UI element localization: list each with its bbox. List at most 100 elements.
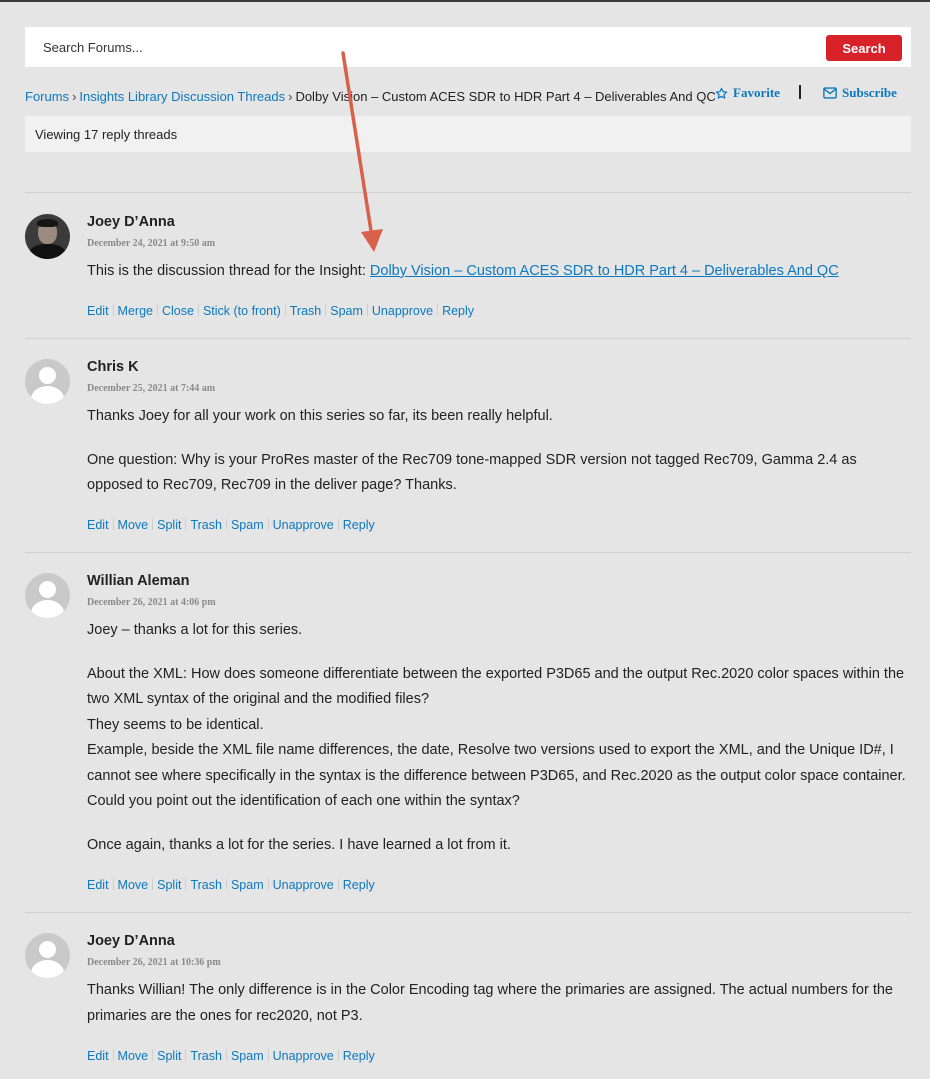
spam-link[interactable]: Spam [330,304,363,318]
subscribe-label: Subscribe [842,85,897,100]
avatar-hair [37,219,58,227]
post-admin-links: Edit Move Split Trash Spam Unapprove Reply [87,878,375,892]
post-paragraph: Once again, thanks a lot for the series.… [87,836,511,853]
post-paragraph: Joey – thanks a lot for this series. [87,622,303,638]
split-link[interactable]: Split [157,1049,181,1063]
avatar[interactable] [25,214,70,259]
action-separator [185,518,187,530]
trash-link[interactable]: Trash [290,304,322,318]
divider [25,192,911,193]
post-paragraph: Thanks Willian! The only difference is i… [87,982,893,1024]
action-separator [267,518,269,530]
subscribe-link[interactable]: Subscribe [823,85,897,101]
action-separator [152,518,154,530]
post-date[interactable]: December 26, 2021 at 10:36 pm [87,957,221,968]
search-button[interactable]: Search [826,35,902,61]
edit-link[interactable]: Edit [87,304,109,318]
post-author[interactable]: Joey D’Anna [87,933,175,949]
top-border [0,0,930,2]
action-separator [197,304,199,316]
post-admin-links: Edit Merge Close Stick (to front) Trash Spam U… [87,304,474,318]
action-separator [185,1049,187,1061]
post-author[interactable]: Willian Aleman [87,573,189,589]
annotation-arrow-head [361,229,383,252]
trash-link[interactable]: Trash [190,1049,222,1063]
default-user-avatar-icon[interactable] [25,359,70,404]
edit-link[interactable]: Edit [87,518,109,532]
favorite-label: Favorite [733,85,780,100]
action-separator [267,1049,269,1061]
move-link[interactable]: Move [118,518,149,532]
action-separator [152,878,154,890]
unapprove-link[interactable]: Unapprove [372,304,433,318]
split-link[interactable]: Split [157,878,181,892]
post-author[interactable]: Joey D’Anna [87,214,175,230]
avatar-head [39,581,56,598]
avatar-body [31,600,64,618]
reply-link[interactable]: Reply [343,878,375,892]
post-paragraph: One question: Why is your ProRes master … [87,451,857,494]
unapprove-link[interactable]: Unapprove [273,1049,334,1063]
favorite-link[interactable]: Favorite [715,85,780,101]
move-link[interactable]: Move [118,1049,149,1063]
action-separator [112,304,114,316]
reply-link[interactable]: Reply [343,518,375,532]
unapprove-link[interactable]: Unapprove [273,878,334,892]
stick-link[interactable]: Stick (to front) [203,304,281,318]
action-separator [112,518,114,530]
post-date[interactable]: December 24, 2021 at 9:50 am [87,238,215,249]
default-user-avatar-icon[interactable] [25,933,70,978]
post-content: This is the discussion thread for the In… [87,259,907,285]
action-separator [225,878,227,890]
annotation-arrow [341,51,383,252]
avatar-shirt [29,244,66,259]
edit-link[interactable]: Edit [87,1049,109,1063]
post-content: Joey – thanks a lot for this series. Abo… [87,618,907,858]
trash-link[interactable]: Trash [190,518,222,532]
post-admin-links: Edit Move Split Trash Spam Unapprove Reply [87,1049,375,1063]
breadcrumb-separator: › [288,89,293,104]
post-content: Thanks Willian! The only difference is i… [87,978,907,1029]
post-date[interactable]: December 26, 2021 at 4:06 pm [87,597,216,608]
breadcrumb-insights-link[interactable]: Insights Library Discussion Threads [79,89,285,104]
merge-link[interactable]: Merge [118,304,153,318]
star-outline-icon [715,87,728,99]
split-link[interactable]: Split [157,518,181,532]
action-separator [337,1049,339,1061]
action-separator [152,1049,154,1061]
move-link[interactable]: Move [118,878,149,892]
post-author[interactable]: Chris K [87,359,139,375]
insight-link[interactable]: Dolby Vision – Custom ACES SDR to HDR Pa… [370,263,839,279]
envelope-icon [823,87,837,99]
divider [25,552,911,553]
post-text: This is the discussion thread for the In… [87,263,370,279]
action-separator [366,304,368,316]
breadcrumb-current: Dolby Vision – Custom ACES SDR to HDR Pa… [295,89,716,104]
breadcrumb-forums-link[interactable]: Forums [25,89,69,104]
spam-link[interactable]: Spam [231,1049,264,1063]
action-separator [225,518,227,530]
post-content: Thanks Joey for all your work on this se… [87,404,907,499]
search-input[interactable] [25,27,911,67]
spam-link[interactable]: Spam [231,518,264,532]
reply-link[interactable]: Reply [343,1049,375,1063]
avatar-body [31,386,64,404]
forum-search-bar: Search [25,27,911,67]
topic-actions-divider [799,85,801,99]
default-user-avatar-icon[interactable] [25,573,70,618]
action-separator [337,878,339,890]
post-date[interactable]: December 25, 2021 at 7:44 am [87,383,215,394]
action-separator [185,878,187,890]
edit-link[interactable]: Edit [87,878,109,892]
post-paragraph: Thanks Joey for all your work on this se… [87,408,553,424]
avatar-head [39,367,56,384]
trash-link[interactable]: Trash [190,878,222,892]
unapprove-link[interactable]: Unapprove [273,518,334,532]
reply-link[interactable]: Reply [442,304,474,318]
avatar-head [39,941,56,958]
close-link[interactable]: Close [162,304,194,318]
action-separator [325,304,327,316]
action-separator [225,1049,227,1061]
spam-link[interactable]: Spam [231,878,264,892]
divider [25,338,911,339]
